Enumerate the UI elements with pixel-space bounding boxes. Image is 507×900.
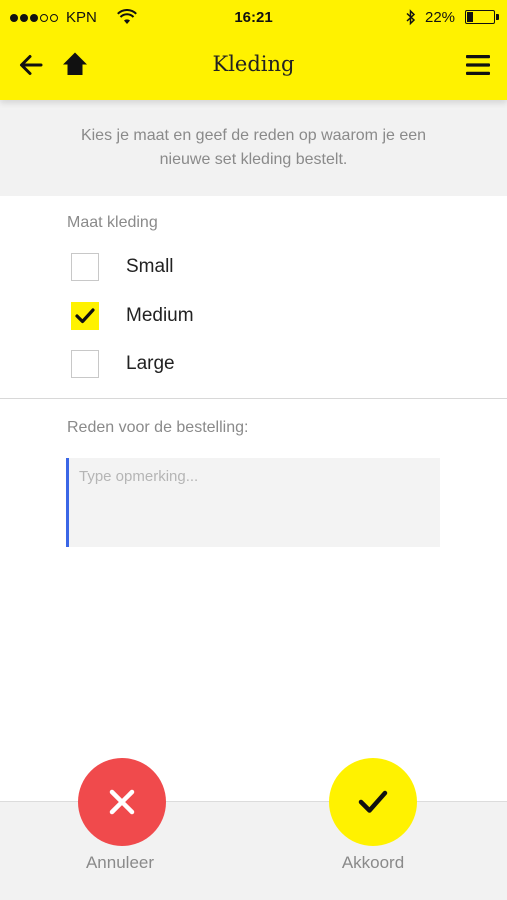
accept-button[interactable] <box>329 758 417 846</box>
size-option-large[interactable]: Large <box>71 350 175 378</box>
cancel-button[interactable] <box>78 758 166 846</box>
section-divider <box>0 398 507 399</box>
status-bar: KPN 16:21 22% <box>0 0 507 34</box>
battery-fill <box>467 12 474 22</box>
hamburger-menu-icon[interactable] <box>465 53 491 77</box>
size-section-label: Maat kleding <box>67 214 158 231</box>
size-option-small[interactable]: Small <box>71 253 174 281</box>
size-option-label: Medium <box>126 305 194 326</box>
app-header: KPN 16:21 22% Kleding <box>0 0 507 100</box>
footer-bar <box>0 801 507 900</box>
size-option-label: Large <box>126 353 175 374</box>
checkmark-icon <box>75 308 95 324</box>
size-checkbox-large[interactable] <box>71 350 99 378</box>
cancel-label[interactable]: Annuleer <box>55 853 185 873</box>
battery-percent: 22% <box>425 9 456 26</box>
reason-textarea[interactable] <box>66 458 440 547</box>
size-option-label: Small <box>126 256 174 277</box>
size-checkbox-medium[interactable] <box>71 302 99 330</box>
reason-section-label: Reden voor de bestelling: <box>67 419 249 436</box>
battery-tip <box>496 14 499 20</box>
bluetooth-icon <box>406 9 416 26</box>
intro-text: Kies je maat en geef de reden op waarom … <box>80 127 427 168</box>
checkmark-icon <box>358 790 388 813</box>
size-option-medium[interactable]: Medium <box>71 302 194 330</box>
home-icon[interactable] <box>62 51 88 77</box>
size-checkbox-small[interactable] <box>71 253 99 281</box>
accept-label[interactable]: Akkoord <box>308 853 438 873</box>
battery-icon <box>465 10 499 24</box>
back-arrow-icon[interactable] <box>18 52 44 78</box>
intro-panel: Kies je maat en geef de reden op waarom … <box>0 100 507 196</box>
close-icon <box>109 789 135 815</box>
